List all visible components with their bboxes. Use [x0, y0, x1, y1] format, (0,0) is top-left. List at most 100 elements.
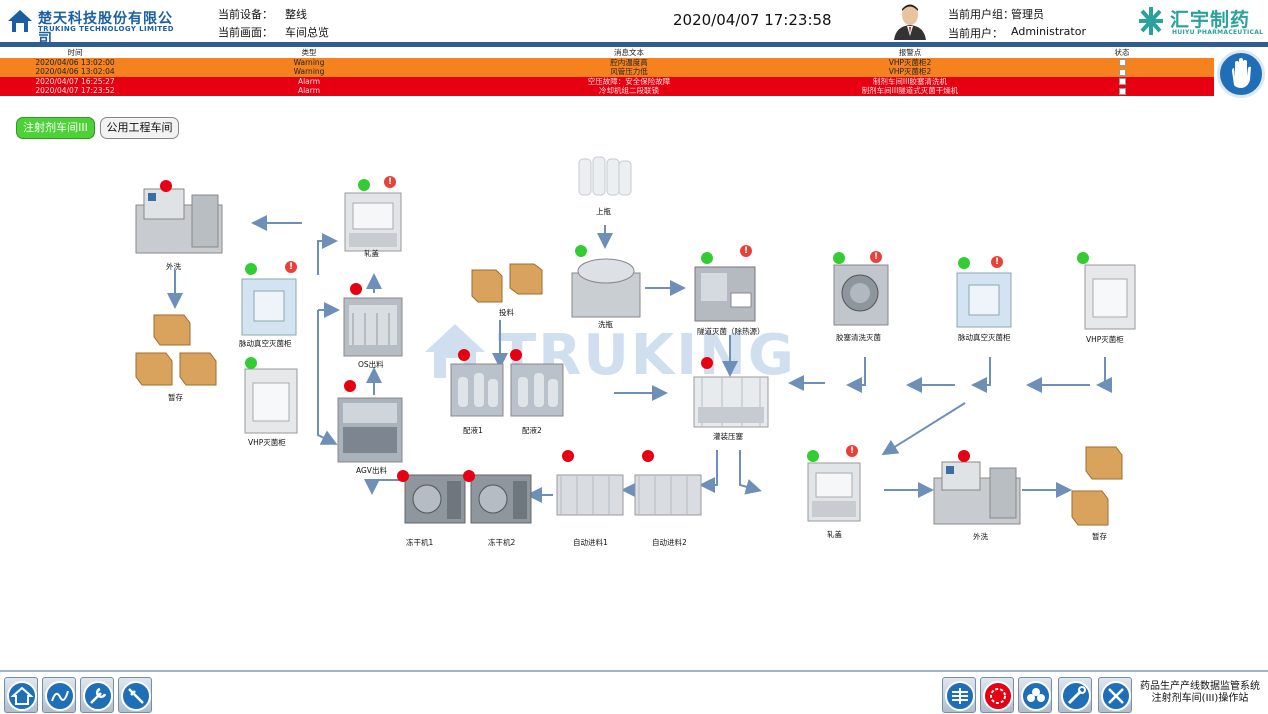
- col-type[interactable]: 类型: [150, 48, 468, 58]
- home-button[interactable]: [4, 677, 38, 713]
- alarm-row[interactable]: 2020/04/07 16:25:27 Alarm 空压故障：安全保险故障 制剂…: [0, 76, 1214, 86]
- users-button[interactable]: [1018, 677, 1052, 713]
- status-dot-running: [245, 357, 257, 369]
- alarm-row[interactable]: 2020/04/07 17:23:52 Alarm 冷却机组二段联锁 制剂车间I…: [0, 86, 1214, 96]
- alarm-point: 制剂车间III胶塞清洗机: [872, 76, 948, 86]
- alarm-time: 2020/04/07 16:25:27: [35, 76, 115, 86]
- col-status[interactable]: 状态: [1030, 48, 1214, 58]
- capping-machine-top-icon[interactable]: [305, 187, 455, 255]
- vacuum-sterilizer-right-icon[interactable]: [955, 271, 1013, 329]
- external-washer-right-icon[interactable]: [930, 458, 1024, 528]
- alarm-status: [1030, 67, 1214, 77]
- status-box-icon: [1118, 78, 1126, 85]
- warning-icon[interactable]: !: [846, 445, 858, 457]
- overview-button[interactable]: [942, 677, 976, 713]
- alarm-time: 2020/04/06 13:02:00: [35, 57, 115, 67]
- freeze-dryer-1-icon[interactable]: [403, 471, 467, 527]
- warning-icon[interactable]: !: [870, 251, 882, 263]
- col-message[interactable]: 消息文本: [468, 48, 790, 58]
- home-icon: [7, 681, 37, 711]
- label-touliao: 投料: [499, 308, 514, 317]
- alarm-message: 空压故障：安全保险故障: [587, 76, 671, 86]
- storage-boxes-right-icon[interactable]: [1070, 443, 1126, 529]
- truking-logo: 楚天科技股份有限公司 TRUKING TECHNOLOGY LIMITED: [6, 8, 186, 47]
- signature-icon: [45, 681, 75, 711]
- status-dot-running: [958, 257, 970, 269]
- status-box-icon: [1118, 59, 1126, 66]
- status-dot-running: [358, 179, 370, 191]
- status-box-icon: [1118, 87, 1126, 95]
- vhp-sterilizer-right-icon[interactable]: [1083, 263, 1137, 331]
- label-zhahe-right: 轧盖: [827, 530, 842, 539]
- freeze-dryer-2-icon[interactable]: [469, 471, 533, 527]
- tool-icon: [1061, 681, 1091, 711]
- user-group-value: 管理员: [1011, 8, 1044, 21]
- bottle-washer-icon[interactable]: [566, 249, 646, 321]
- brand-name-en: HUIYU PHARMACEUTICAL: [1172, 29, 1264, 36]
- warning-icon[interactable]: !: [740, 245, 752, 257]
- filling-stoppering-icon[interactable]: [692, 373, 770, 431]
- current-screen-value: 车间总览: [285, 26, 329, 39]
- stopper-washer-icon[interactable]: [832, 263, 890, 327]
- status-dot-running: [245, 263, 257, 275]
- company-name-en: TRUKING TECHNOLOGY LIMITED: [38, 25, 174, 33]
- auto-feeder-1-icon[interactable]: [555, 465, 625, 519]
- alarm-message: 风管压力低: [610, 67, 648, 76]
- settings-button[interactable]: [1058, 677, 1092, 713]
- col-point[interactable]: 报警点: [790, 48, 1030, 58]
- tab-injection-workshop-3[interactable]: 注射剂车间III: [16, 117, 95, 139]
- label-shangping: 上瓶: [596, 207, 611, 216]
- user-avatar-icon[interactable]: [892, 2, 928, 40]
- alarm-time: 2020/04/07 17:23:52: [35, 86, 115, 95]
- alarm-acknowledge-button[interactable]: [1217, 50, 1265, 98]
- label-zhahe-top: 轧盖: [364, 249, 379, 258]
- brand-name: 汇宇制药: [1170, 9, 1251, 31]
- liquid-prep-2-icon[interactable]: [510, 363, 564, 417]
- status-dot-running: [833, 252, 845, 264]
- label-maidong-left: 脉动真空灭菌柜: [239, 339, 292, 348]
- label-waixi-right: 外洗: [973, 532, 988, 541]
- label-suidao: 隧道灭菌（除热源）: [697, 327, 765, 336]
- exit-button[interactable]: [1098, 677, 1132, 713]
- user-group-label: 当前用户组：: [948, 8, 1014, 21]
- capping-machine-right-icon[interactable]: [768, 457, 888, 527]
- tab-utility-workshop[interactable]: 公用工程车间: [100, 117, 179, 139]
- external-washer-left-icon[interactable]: [134, 185, 224, 257]
- label-vhp-left: VHP灭菌柜: [248, 438, 286, 447]
- alarm-row[interactable]: 2020/04/06 13:02:00 Warning 腔内温度高 VHP灭菌柜…: [0, 57, 1214, 67]
- feeding-boxes-icon[interactable]: [470, 260, 546, 304]
- warning-icon[interactable]: !: [384, 176, 396, 188]
- status-dot-fault: [458, 349, 470, 361]
- status-dot-fault: [642, 450, 654, 462]
- huiyu-emblem-icon: [1139, 7, 1163, 35]
- vacuum-sterilizer-left-icon[interactable]: [240, 277, 298, 337]
- label-dongganji2: 冻干机2: [488, 538, 516, 547]
- alarm-point: VHP灭菌柜2: [888, 57, 932, 67]
- maintenance-button[interactable]: [118, 677, 152, 713]
- status-dot-fault: [397, 470, 409, 482]
- process-button[interactable]: [42, 677, 76, 713]
- alarm-button[interactable]: [980, 677, 1014, 713]
- status-dot-running: [807, 450, 819, 462]
- warning-icon[interactable]: !: [991, 256, 1003, 268]
- agv-discharge-room-icon[interactable]: [337, 397, 403, 463]
- warning-icon[interactable]: !: [285, 261, 297, 273]
- os-discharge-room-icon[interactable]: [343, 297, 403, 357]
- label-guanzhuang: 灌装压塞: [713, 432, 743, 441]
- alarm-row[interactable]: 2020/04/06 13:02:04 Warning 风管压力低 VHP灭菌柜…: [0, 67, 1214, 77]
- bottle-loading-icon[interactable]: [575, 153, 633, 201]
- liquid-prep-1-icon[interactable]: [450, 363, 504, 417]
- vhp-sterilizer-left-icon[interactable]: [243, 367, 299, 435]
- col-time[interactable]: 时间: [0, 48, 150, 58]
- system-title-line1: 药品生产产线数据监管系统: [1140, 681, 1260, 692]
- alarm-table[interactable]: 时间 类型 消息文本 报警点 状态 2020/04/06 13:02:00 Wa…: [0, 48, 1214, 96]
- auto-feeder-2-icon[interactable]: [633, 465, 703, 519]
- current-device-value: 整线: [285, 8, 307, 21]
- tunnel-sterilizer-icon[interactable]: [693, 263, 757, 325]
- label-maidong-right: 脉动真空灭菌柜: [958, 333, 1011, 342]
- alarm-bell-icon: [983, 681, 1013, 711]
- system-title: 药品生产产线数据监管系统 注射剂车间(III)操作站: [1140, 681, 1260, 705]
- storage-boxes-left-icon[interactable]: [134, 313, 218, 391]
- status-dot-fault: [510, 349, 522, 361]
- tools-button[interactable]: [80, 677, 114, 713]
